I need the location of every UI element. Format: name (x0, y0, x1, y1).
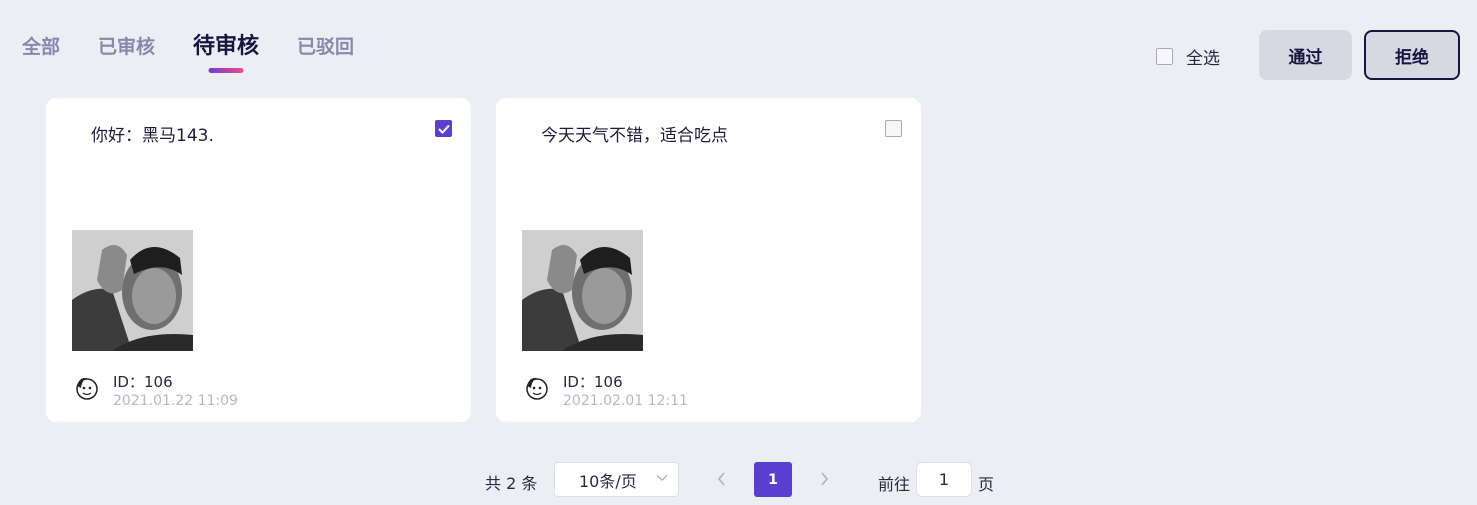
goto-page-input[interactable] (916, 462, 972, 497)
card-photo[interactable] (522, 230, 643, 351)
select-all-label: 全选 (1186, 49, 1220, 69)
tab-pending[interactable]: 待审核 (193, 32, 260, 73)
review-card: 今天天气不错，适合吃点 ID：106 2021.02.01 12:11 (496, 98, 921, 422)
goto-label: 前往 (878, 475, 911, 494)
card-content-text: 你好：黑马143. (91, 126, 214, 146)
card-content-text: 今天天气不错，适合吃点 (541, 126, 728, 146)
card-select-checkbox[interactable] (885, 120, 902, 137)
tab-approved[interactable]: 已审核 (98, 34, 155, 60)
chevron-down-icon (656, 474, 668, 481)
id-value: 106 (143, 373, 173, 391)
id-label: ID： (563, 373, 594, 391)
card-user-id: ID：106 (113, 371, 173, 392)
tab-rejected[interactable]: 已驳回 (297, 34, 354, 60)
approve-button[interactable]: 通过 (1259, 30, 1352, 80)
review-card: 你好：黑马143. ID：106 2021.01.22 11:09 (46, 98, 471, 422)
reject-button[interactable]: 拒绝 (1364, 30, 1460, 80)
pagination-total: 共 2 条 (485, 474, 538, 493)
avatar-icon (76, 377, 98, 400)
pagination: 共 2 条 10条/页 1 前往 页 (0, 462, 1477, 498)
card-photo[interactable] (72, 230, 193, 351)
tab-pending-label: 待审核 (193, 34, 260, 59)
select-all-checkbox[interactable] (1156, 48, 1173, 65)
page-size-value: 10条/页 (579, 471, 637, 491)
page-size-select[interactable]: 10条/页 (554, 462, 679, 497)
active-tab-underline (208, 68, 244, 73)
tab-all[interactable]: 全部 (22, 34, 60, 60)
status-tabs: 全部 已审核 待审核 已驳回 (22, 32, 392, 73)
page-button-current[interactable]: 1 (754, 462, 792, 497)
check-icon (437, 124, 450, 134)
card-timestamp: 2021.02.01 12:11 (563, 393, 688, 409)
card-timestamp: 2021.01.22 11:09 (113, 393, 238, 409)
id-value: 106 (593, 373, 623, 391)
chevron-right-icon[interactable] (818, 471, 830, 487)
chevron-left-icon[interactable] (716, 471, 728, 487)
card-select-checkbox[interactable] (435, 120, 452, 137)
avatar-icon (526, 377, 548, 400)
id-label: ID： (113, 373, 144, 391)
goto-page-suffix: 页 (978, 475, 995, 494)
select-all-control[interactable]: 全选 (1156, 44, 1220, 69)
card-user-id: ID：106 (563, 371, 623, 392)
